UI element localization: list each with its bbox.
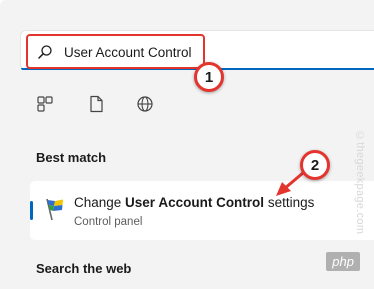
result-subtitle: Control panel	[74, 216, 143, 228]
step-2-callout: 2	[300, 150, 330, 180]
search-icon	[38, 45, 52, 59]
step-1-callout: 1	[194, 62, 224, 92]
php-badge-label: php	[326, 251, 360, 271]
apps-filter-icon[interactable]	[36, 95, 54, 113]
search-input[interactable]	[64, 42, 214, 62]
uac-flag-icon	[46, 198, 63, 221]
search-web-heading: Search the web	[36, 261, 132, 276]
web-filter-icon[interactable]	[136, 95, 154, 113]
result-title-prefix: Change	[74, 195, 126, 210]
best-match-heading: Best match	[36, 150, 107, 165]
selection-indicator	[30, 201, 33, 220]
documents-filter-icon[interactable]	[87, 95, 105, 113]
best-match-result[interactable]	[30, 181, 374, 240]
result-title-match: User Account Control	[125, 195, 265, 210]
php-badge: php	[292, 246, 374, 276]
